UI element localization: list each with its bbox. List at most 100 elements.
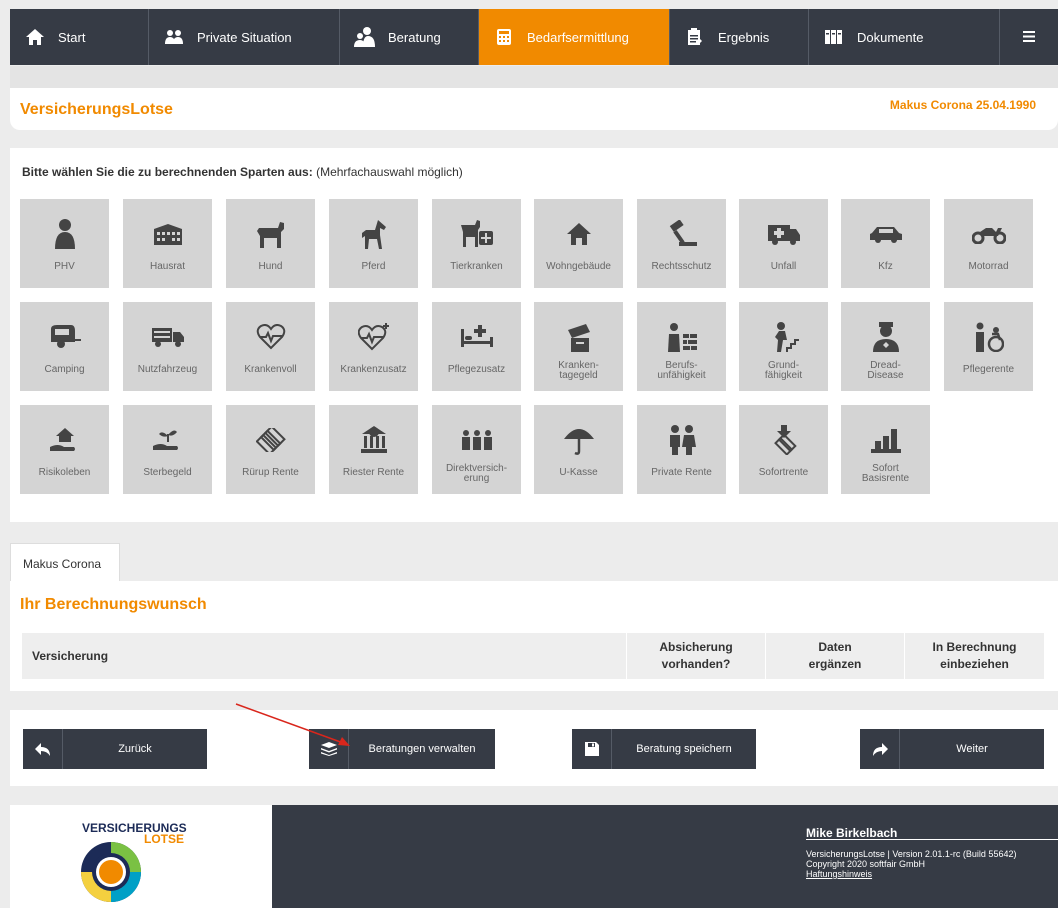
brand-title: VersicherungsLotse	[20, 101, 173, 118]
manage-label: Beratungen verwalten	[368, 743, 476, 755]
tile-label: Hausrat	[149, 261, 185, 272]
horse-icon	[360, 219, 388, 249]
sparte-tile-rürup-rente[interactable]: Rürup Rente	[226, 405, 315, 494]
tile-label: U-Kasse	[559, 467, 598, 478]
col-absicherung: Absicherung vorhanden?	[626, 633, 765, 679]
sparte-tile-pflegerente[interactable]: Pflegerente	[944, 302, 1033, 391]
button-bar: Zurück Beratungen verwalten Beratung spe…	[10, 710, 1058, 786]
tile-label: Grund- fähigkeit	[764, 360, 803, 381]
tile-label: Pflegerente	[962, 364, 1015, 375]
back-label: Zurück	[118, 743, 152, 755]
sparte-tile-direktversich-erung[interactable]: Direktversich- erung	[432, 405, 521, 494]
sparte-tile-hund[interactable]: Hund	[226, 199, 315, 288]
tile-label: Pferd	[361, 261, 386, 272]
annotation-arrow	[235, 703, 350, 746]
heart-hand-icon	[256, 322, 286, 352]
calculator-icon	[493, 27, 515, 47]
liability-link[interactable]: Haftungshinweis	[806, 869, 872, 879]
back-button[interactable]: Zurück	[23, 729, 207, 769]
sparte-tile-hausrat[interactable]: Hausrat	[123, 199, 212, 288]
sparte-tile-berufs-unfähigkeit[interactable]: Berufs- unfähigkeit	[637, 302, 726, 391]
tile-label: Motorrad	[968, 261, 1009, 272]
nav-ergebnis[interactable]: Ergebnis	[670, 9, 809, 65]
sparte-tile-sofortrente[interactable]: Sofortrente	[739, 405, 828, 494]
sparte-tile-grund-fähigkeit[interactable]: Grund- fähigkeit	[739, 302, 828, 391]
footer-copyright: Copyright 2020 softfair GmbH	[806, 859, 926, 869]
sparte-tile-krankenvoll[interactable]: Krankenvoll	[226, 302, 315, 391]
nav-beratung[interactable]: Beratung	[340, 9, 479, 65]
next-button[interactable]: Weiter	[860, 729, 1044, 769]
nav-label: Bedarfsermittlung	[527, 29, 629, 45]
car-icon	[869, 219, 902, 249]
prompt-text: Bitte wählen Sie die zu berechnenden Spa…	[22, 165, 313, 179]
tab-person[interactable]: Makus Corona	[10, 543, 120, 581]
sparte-tile-tierkranken[interactable]: Tierkranken	[432, 199, 521, 288]
lotse-logo	[81, 842, 141, 902]
sparte-tile-pferd[interactable]: Pferd	[329, 199, 418, 288]
sparte-tile-dread-disease[interactable]: Dread- Disease	[841, 302, 930, 391]
sparte-tile-camping[interactable]: Camping	[20, 302, 109, 391]
sparte-tile-risikoleben[interactable]: Risikoleben	[20, 405, 109, 494]
house-icon	[566, 219, 591, 249]
main-nav: Start Private Situation Beratung Bedarfs…	[10, 9, 1058, 65]
next-label: Weiter	[956, 743, 988, 755]
col-daten: Daten ergänzen	[765, 633, 904, 679]
tile-label: Krankenvoll	[244, 364, 297, 375]
nav-dokumente[interactable]: Dokumente	[809, 9, 1000, 65]
tile-label: Pflegezusatz	[447, 364, 506, 375]
sparte-tile-kranken-tagegeld[interactable]: Kranken- tagegeld	[534, 302, 623, 391]
bills-icon	[255, 425, 286, 455]
tile-label: Riester Rente	[342, 467, 405, 478]
building-icon	[153, 219, 183, 249]
heart-plus-icon	[357, 322, 390, 352]
wheelchair-icon	[974, 322, 1004, 352]
sparte-tile-motorrad[interactable]: Motorrad	[944, 199, 1033, 288]
tile-label: Tierkranken	[450, 261, 503, 272]
couple-icon	[667, 425, 697, 455]
save-consultation-button[interactable]: Beratung speichern	[572, 729, 756, 769]
sparte-tile-unfall[interactable]: Unfall	[739, 199, 828, 288]
sparten-panel: Bitte wählen Sie die zu berechnenden Spa…	[10, 148, 1058, 522]
sparte-tile-phv[interactable]: PHV	[20, 199, 109, 288]
sparte-tile-nutzfahrzeug[interactable]: Nutzfahrzeug	[123, 302, 212, 391]
forward-arrow-icon	[860, 729, 900, 769]
pet-medical-icon	[460, 219, 494, 249]
sparte-tile-riester-rente[interactable]: Riester Rente	[329, 405, 418, 494]
money-hand-icon	[564, 322, 594, 352]
home-icon	[24, 27, 46, 47]
sparte-tile-pflegezusatz[interactable]: Pflegezusatz	[432, 302, 521, 391]
tab-body: Ihr Berechnungswunsch Versicherung Absic…	[10, 581, 1058, 691]
col-versicherung: Versicherung	[32, 648, 109, 663]
gavel-icon	[667, 219, 697, 249]
ambulance-icon	[767, 219, 800, 249]
tile-label: Rürup Rente	[242, 467, 299, 478]
sparte-tile-private-rente[interactable]: Private Rente	[637, 405, 726, 494]
menu-button[interactable]	[1000, 9, 1058, 65]
nav-bedarfsermittlung[interactable]: Bedarfsermittlung	[479, 9, 670, 65]
tile-label: Camping	[44, 364, 85, 375]
nav-label: Private Situation	[197, 29, 292, 45]
doctor-icon	[871, 322, 901, 352]
nav-private-situation[interactable]: Private Situation	[149, 9, 340, 65]
person-icon	[53, 219, 77, 249]
group-icon	[460, 425, 494, 455]
dog-icon	[256, 219, 286, 249]
nav-start[interactable]: Start	[10, 9, 149, 65]
sparte-tile-kfz[interactable]: Kfz	[841, 199, 930, 288]
footer-version: VersicherungsLotse | Version 2.01.1-rc (…	[806, 849, 1017, 859]
tile-label: Sofortrente	[758, 467, 809, 478]
sparte-tile-krankenzusatz[interactable]: Krankenzusatz	[329, 302, 418, 391]
sparte-tile-wohngebäude[interactable]: Wohngebäude	[534, 199, 623, 288]
sparte-tile-sterbegeld[interactable]: Sterbegeld	[123, 405, 212, 494]
sparte-tile-sofort-basisrente[interactable]: Sofort Basisrente	[841, 405, 930, 494]
nav-label: Beratung	[388, 29, 441, 45]
plant-hand-icon	[152, 425, 183, 455]
document-icon	[823, 27, 845, 47]
tile-label: Private Rente	[651, 467, 712, 478]
sparte-tile-rechtsschutz[interactable]: Rechtsschutz	[637, 199, 726, 288]
hamburger-icon	[1023, 30, 1035, 45]
consulting-icon	[354, 27, 376, 47]
tile-label: Krankenzusatz	[340, 364, 407, 375]
nav-label: Start	[58, 29, 86, 45]
sparte-tile-u-kasse[interactable]: U-Kasse	[534, 405, 623, 494]
